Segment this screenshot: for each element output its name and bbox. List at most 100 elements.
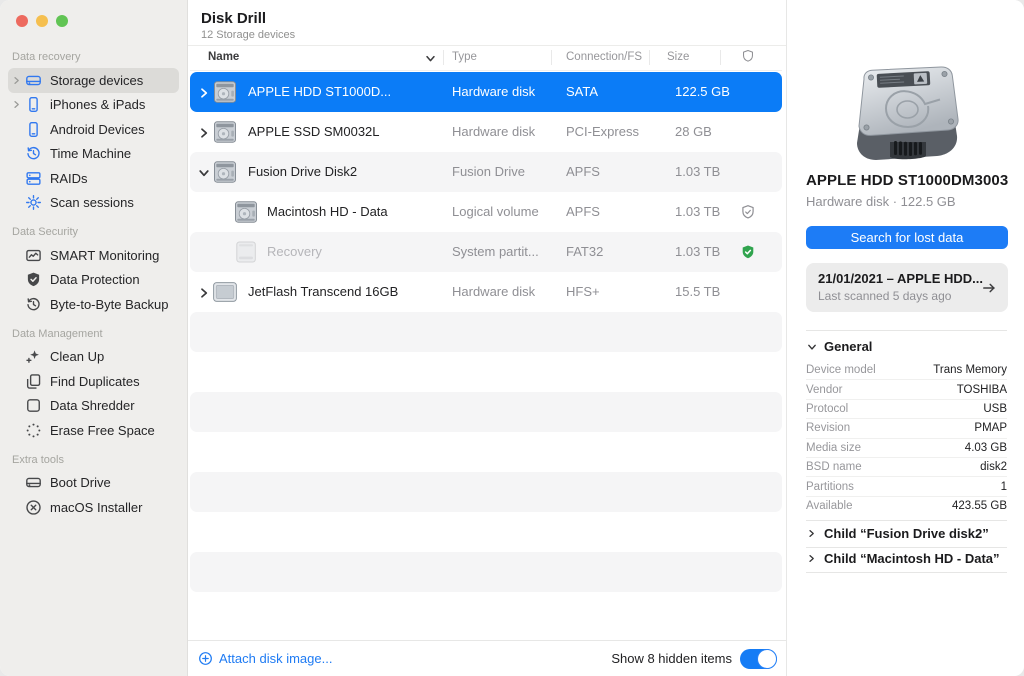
section-label-data-security: Data Security xyxy=(12,226,79,238)
general-section-header[interactable]: General xyxy=(807,339,872,354)
detail-row: Revision PMAP xyxy=(806,419,1007,439)
divider xyxy=(720,50,721,65)
attach-disk-image-link[interactable]: Attach disk image... xyxy=(198,651,332,666)
detail-row: Media size 4.03 GB xyxy=(806,439,1007,458)
table-row[interactable]: APPLE HDD ST1000D... Hardware disk SATA … xyxy=(188,72,786,112)
hdd-icon xyxy=(212,81,238,103)
table-row[interactable]: APPLE SSD SM0032L Hardware disk PCI-Expr… xyxy=(188,112,786,152)
arrow-right-icon[interactable] xyxy=(981,280,997,296)
chevron-right-icon[interactable] xyxy=(10,76,23,85)
hidden-items-label: Show 8 hidden items xyxy=(611,651,732,666)
minimize-window-button[interactable] xyxy=(36,15,48,27)
table-row[interactable]: JetFlash Transcend 16GB Hardware disk HF… xyxy=(188,272,786,312)
table-header: Name Type Connection/FS Size xyxy=(188,46,786,70)
sort-chevron-down-icon[interactable] xyxy=(425,53,436,64)
table-row[interactable]: Macintosh HD - Data Logical volume APFS … xyxy=(188,192,786,232)
sidebar-item-macos-installer[interactable]: macOS Installer xyxy=(8,495,179,520)
zoom-window-button[interactable] xyxy=(56,15,68,27)
sidebar-item-smart-monitoring[interactable]: SMART Monitoring xyxy=(8,243,179,268)
column-header-type[interactable]: Type xyxy=(452,51,477,63)
sidebar-item-label: Clean Up xyxy=(50,349,105,365)
sidebar-item-find-duplicates[interactable]: Find Duplicates xyxy=(8,369,179,394)
child-section-label: Child “Fusion Drive disk2” xyxy=(824,526,989,541)
chevron-right-icon xyxy=(809,555,814,562)
history-icon xyxy=(25,296,42,313)
disk-drill-window: Data recovery Storage devices iPhones & … xyxy=(0,0,1024,676)
inspector-panel: APPLE HDD ST1000DM3003 Hardware disk · 1… xyxy=(786,0,1024,676)
close-window-button[interactable] xyxy=(16,15,28,27)
chevron-down-icon[interactable] xyxy=(198,166,210,178)
device-type: Hardware disk xyxy=(452,84,536,99)
detail-row: BSD name disk2 xyxy=(806,458,1007,478)
external-drive-icon xyxy=(212,281,238,303)
search-for-lost-data-button[interactable]: Search for lost data xyxy=(806,226,1008,249)
detail-label: Device model xyxy=(806,364,876,377)
table-row[interactable]: Fusion Drive Disk2 Fusion Drive APFS 1.0… xyxy=(188,152,786,192)
empty-row xyxy=(188,552,786,592)
phone-icon xyxy=(25,121,42,138)
chevron-right-icon[interactable] xyxy=(198,86,210,98)
child-section-fusion-drive[interactable]: Child “Fusion Drive disk2” xyxy=(807,526,989,541)
time-machine-icon xyxy=(25,145,42,162)
empty-row xyxy=(188,432,786,472)
sidebar-item-storage-devices[interactable]: Storage devices xyxy=(8,68,179,93)
last-scan-card[interactable]: 21/01/2021 – APPLE HDD... Last scanned 5… xyxy=(806,263,1008,312)
sidebar-item-label: Find Duplicates xyxy=(50,373,140,389)
detail-row: Device model Trans Memory xyxy=(806,361,1007,381)
sidebar-nav: Data recovery Storage devices iPhones & … xyxy=(0,44,187,520)
column-header-name[interactable]: Name xyxy=(208,51,239,63)
sidebar-item-scan-sessions[interactable]: Scan sessions xyxy=(8,191,179,216)
sidebar-item-android-devices[interactable]: Android Devices xyxy=(8,117,179,142)
shield-icon[interactable] xyxy=(741,49,755,64)
sidebar-item-data-shredder[interactable]: Data Shredder xyxy=(8,394,179,419)
sidebar-item-label: macOS Installer xyxy=(50,499,143,515)
sidebar-item-clean-up[interactable]: Clean Up xyxy=(8,345,179,370)
sidebar-item-iphones-ipads[interactable]: iPhones & iPads xyxy=(8,93,179,118)
phone-icon xyxy=(25,96,42,113)
device-subtitle: Hardware disk · 122.5 GB xyxy=(806,194,956,209)
device-name: APPLE HDD ST1000D... xyxy=(248,84,392,99)
sidebar-item-time-machine[interactable]: Time Machine xyxy=(8,142,179,167)
device-connection: APFS xyxy=(566,164,600,179)
sidebar-item-raids[interactable]: RAIDs xyxy=(8,166,179,191)
detail-value: Trans Memory xyxy=(933,364,1007,377)
sidebar-item-byte-to-byte-backup[interactable]: Byte-to-Byte Backup xyxy=(8,292,179,317)
device-connection: SATA xyxy=(566,84,599,99)
chevron-right-icon[interactable] xyxy=(198,126,210,138)
window-controls xyxy=(16,15,68,27)
sidebar-item-erase-free-space[interactable]: Erase Free Space xyxy=(8,418,179,443)
divider xyxy=(806,572,1007,573)
chevron-right-icon[interactable] xyxy=(198,286,210,298)
child-section-label: Child “Macintosh HD - Data” xyxy=(824,551,1000,566)
column-header-size[interactable]: Size xyxy=(667,51,689,63)
shield-check-outline-icon[interactable] xyxy=(740,204,756,221)
detail-label: Vendor xyxy=(806,383,843,396)
table-row[interactable]: Recovery System partit... FAT32 1.03 TB xyxy=(188,232,786,272)
device-table: APPLE HDD ST1000D... Hardware disk SATA … xyxy=(188,72,786,592)
child-section-macintosh-hd-data[interactable]: Child “Macintosh HD - Data” xyxy=(807,551,1000,566)
sidebar-item-label: Scan sessions xyxy=(50,195,134,211)
sidebar-item-label: RAIDs xyxy=(50,170,88,186)
shield-check-green-icon[interactable] xyxy=(740,244,756,261)
empty-row xyxy=(188,512,786,552)
chart-icon xyxy=(25,247,42,264)
show-hidden-items-toggle[interactable] xyxy=(740,648,777,669)
device-connection: PCI-Express xyxy=(566,124,639,139)
gear-icon xyxy=(25,194,42,211)
detail-label: Partitions xyxy=(806,480,854,493)
dissolve-icon xyxy=(25,422,42,439)
section-label-data-recovery: Data recovery xyxy=(12,51,81,63)
device-name: JetFlash Transcend 16GB xyxy=(248,284,399,299)
divider xyxy=(190,70,782,71)
chevron-right-icon[interactable] xyxy=(10,100,23,109)
detail-value: PMAP xyxy=(974,422,1007,435)
detail-value: 423.55 GB xyxy=(952,500,1007,513)
sidebar-item-label: Android Devices xyxy=(50,121,145,137)
sidebar-item-boot-drive[interactable]: Boot Drive xyxy=(8,471,179,496)
detail-label: Revision xyxy=(806,422,851,435)
sparkle-icon xyxy=(25,348,42,365)
detail-value: 4.03 GB xyxy=(964,441,1007,454)
detail-label: BSD name xyxy=(806,461,862,474)
sidebar-item-data-protection[interactable]: Data Protection xyxy=(8,268,179,293)
column-header-connection[interactable]: Connection/FS xyxy=(566,51,642,63)
